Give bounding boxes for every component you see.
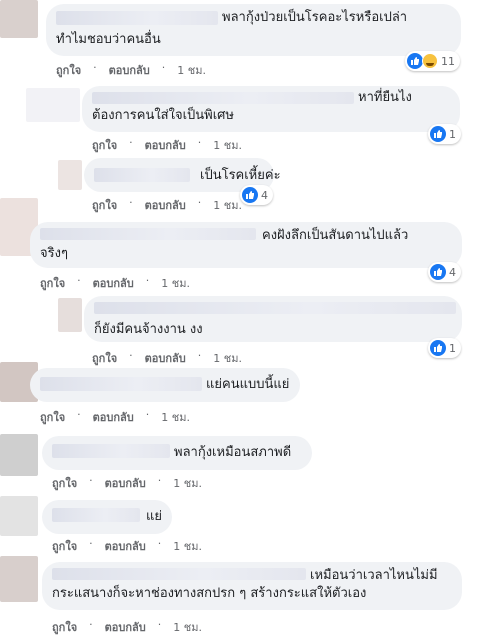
commenter-avatar[interactable] (0, 434, 38, 476)
comment-text: พลากุ้งป่วยเป็นโรคอะไรหรือเปล่า (222, 10, 408, 25)
redacted-name (40, 377, 202, 391)
reply-link[interactable]: ตอบกลับ (109, 61, 150, 79)
timestamp[interactable]: 1 ชม. (161, 408, 190, 426)
reply-link[interactable]: ตอบกลับ (105, 474, 146, 492)
like-link[interactable]: ถูกใจ (52, 537, 77, 555)
redacted-name (52, 508, 140, 522)
redacted-name (94, 168, 190, 182)
timestamp[interactable]: 1 ชม. (177, 61, 206, 79)
comment-text-line2: จริงๆ (40, 246, 68, 261)
reply-link[interactable]: ตอบกลับ (105, 618, 146, 636)
haha-reaction-icon (422, 53, 438, 69)
comment-actions: ถูกใจ · ตอบกลับ · 1 ชม. (52, 537, 202, 555)
commenter-avatar[interactable] (58, 160, 82, 190)
like-reaction-icon (242, 187, 258, 203)
timestamp[interactable]: 1 ชม. (173, 537, 202, 555)
comment-actions: ถูกใจ · ตอบกลับ · 1 ชม. (56, 61, 206, 79)
like-link[interactable]: ถูกใจ (92, 196, 117, 214)
commenter-avatar[interactable] (58, 298, 82, 332)
comment-actions: ถูกใจ · ตอบกลับ · 1 ชม. (92, 349, 242, 367)
like-reaction-icon (430, 126, 446, 142)
comment-text-line2: ทำไมชอบว่าคนอื่น (56, 32, 161, 47)
redacted-name (52, 568, 306, 580)
reaction-count[interactable]: 4 (428, 262, 461, 282)
redacted-name (56, 11, 218, 25)
timestamp[interactable]: 1 ชม. (173, 474, 202, 492)
like-link[interactable]: ถูกใจ (40, 274, 65, 292)
like-link[interactable]: ถูกใจ (52, 474, 77, 492)
timestamp[interactable]: 1 ชม. (213, 349, 242, 367)
like-link[interactable]: ถูกใจ (92, 349, 117, 367)
comment-text: หาที่ยืนไง (358, 90, 412, 105)
commenter-avatar[interactable] (0, 496, 38, 536)
comment-text: คงฝังลึกเป็นสันดานไปแล้ว (262, 228, 409, 243)
like-link[interactable]: ถูกใจ (52, 618, 77, 636)
commenter-avatar[interactable] (26, 88, 80, 122)
comment-text: แย่ (146, 509, 162, 524)
comment-text-line2: กระแสนางก็จะหาช่องทางสกปรก ๆ สร้างกระแสใ… (52, 586, 367, 601)
reaction-count-value: 1 (449, 341, 456, 355)
comment-actions: ถูกใจ · ตอบกลับ · 1 ชม. (52, 474, 202, 492)
like-reaction-icon (407, 53, 423, 69)
reply-link[interactable]: ตอบกลับ (145, 196, 186, 214)
comment-actions: ถูกใจ · ตอบกลับ · 1 ชม. (92, 196, 242, 214)
like-reaction-icon (430, 264, 446, 280)
comment-actions: ถูกใจ · ตอบกลับ · 1 ชม. (92, 136, 242, 154)
redacted-name (94, 302, 456, 314)
reply-link[interactable]: ตอบกลับ (93, 274, 134, 292)
reply-link[interactable]: ตอบกลับ (93, 408, 134, 426)
like-link[interactable]: ถูกใจ (56, 61, 81, 79)
timestamp[interactable]: 1 ชม. (161, 274, 190, 292)
comment-actions: ถูกใจ · ตอบกลับ · 1 ชม. (40, 274, 190, 292)
commenter-avatar[interactable] (0, 556, 38, 602)
reaction-count[interactable]: 1 (428, 124, 461, 144)
reply-link[interactable]: ตอบกลับ (105, 537, 146, 555)
reaction-count[interactable]: 11 (405, 51, 460, 71)
comment-text: เป็นโรคเหี้ยค่ะ (200, 168, 281, 183)
redacted-name (52, 444, 170, 458)
comment-text-line2: ต้องการคนใส่ใจเป็นพิเศษ (92, 108, 234, 123)
comment-actions: ถูกใจ · ตอบกลับ · 1 ชม. (52, 618, 202, 636)
timestamp[interactable]: 1 ชม. (213, 196, 242, 214)
timestamp[interactable]: 1 ชม. (213, 136, 242, 154)
commenter-avatar[interactable] (0, 0, 38, 38)
reply-link[interactable]: ตอบกลับ (145, 349, 186, 367)
reaction-count-value: 4 (449, 265, 456, 279)
redacted-name (92, 92, 354, 104)
like-reaction-icon (430, 340, 446, 356)
comment-text: พลากุ้งเหมือนสภาพดี (174, 445, 292, 460)
timestamp[interactable]: 1 ชม. (173, 618, 202, 636)
reaction-count[interactable]: 1 (428, 338, 461, 358)
reply-link[interactable]: ตอบกลับ (145, 136, 186, 154)
redacted-name (40, 228, 256, 240)
comment-text: แย่คนแบบนี้แย่ (206, 377, 290, 392)
comment-text: เหมือนว่าเวลาไหนไม่มี (310, 568, 438, 583)
comment-actions: ถูกใจ · ตอบกลับ · 1 ชม. (40, 408, 190, 426)
comment-text: ก็ยังมีคนจ้างงาน งง (94, 322, 203, 337)
like-link[interactable]: ถูกใจ (92, 136, 117, 154)
reaction-count-value: 1 (449, 127, 456, 141)
reaction-count-value: 11 (441, 54, 455, 68)
reaction-count[interactable]: 4 (240, 185, 273, 205)
like-link[interactable]: ถูกใจ (40, 408, 65, 426)
reaction-count-value: 4 (261, 188, 268, 202)
